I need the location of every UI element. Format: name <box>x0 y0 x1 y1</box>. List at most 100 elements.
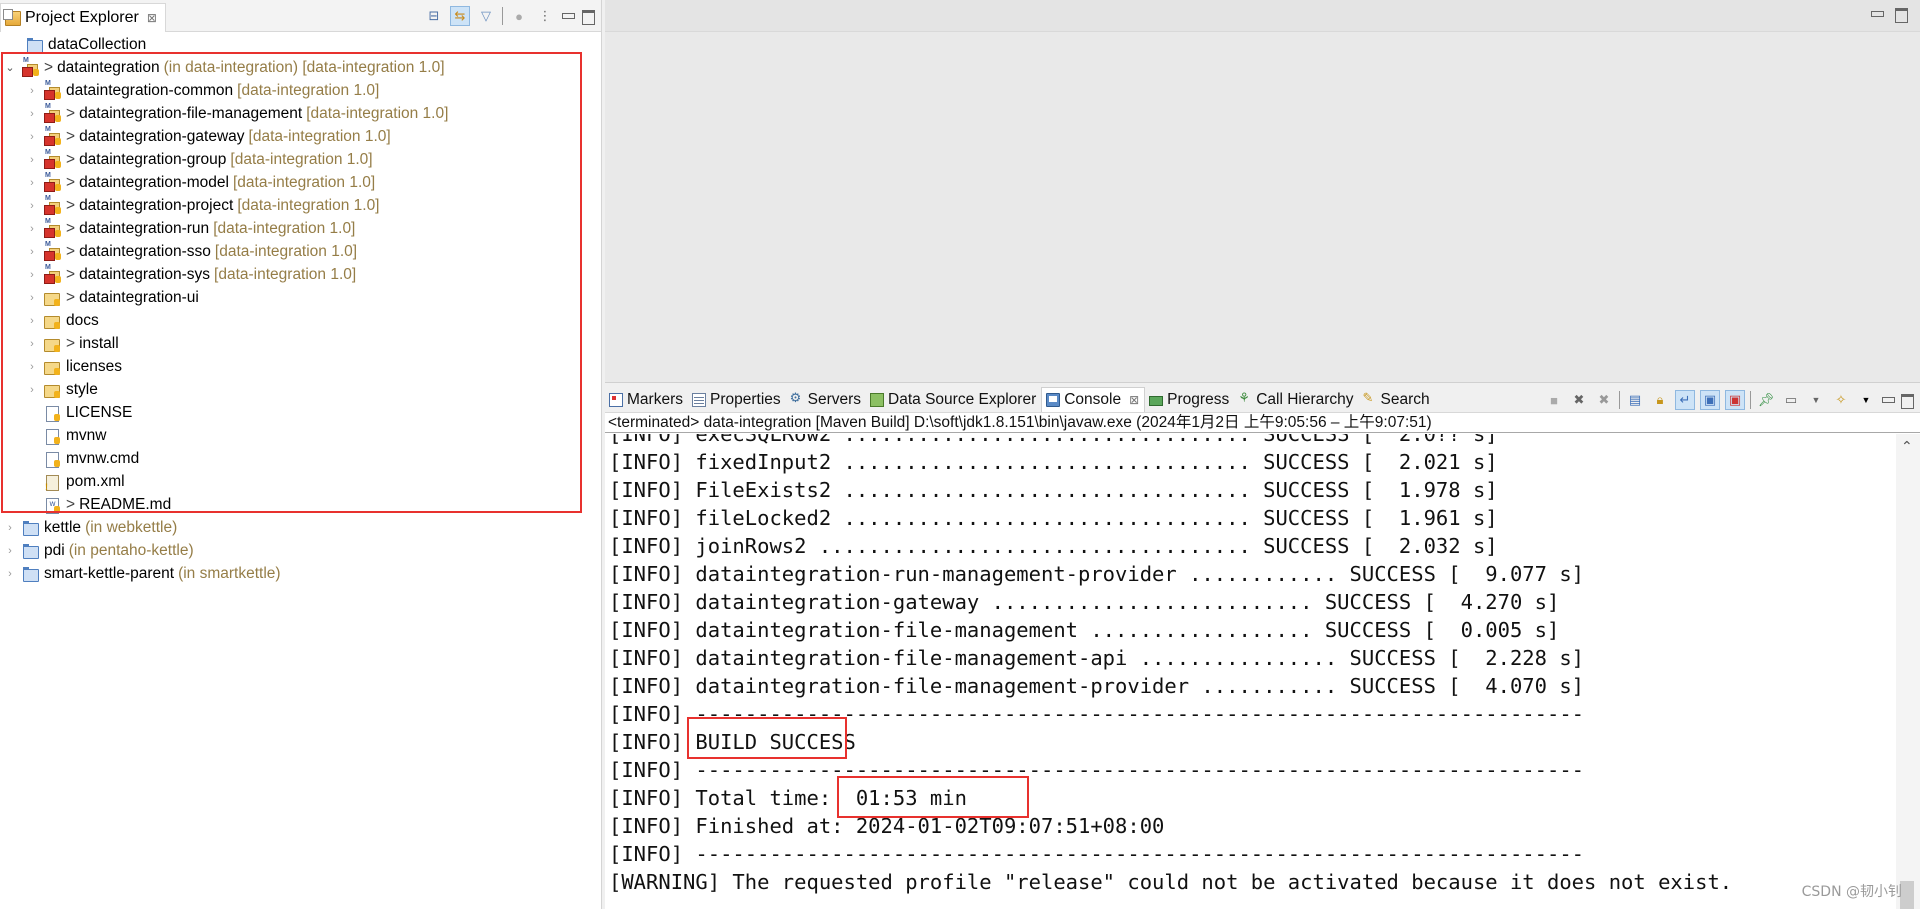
show-on-stdout-icon[interactable]: ▣ <box>1700 390 1720 410</box>
expand-chevron-icon[interactable]: › <box>26 131 38 143</box>
dropdown-arrow-icon[interactable]: ▼ <box>1856 390 1876 410</box>
folder-icon <box>44 382 60 398</box>
remove-launch-icon[interactable]: ✖ <box>1569 390 1589 410</box>
tree-item[interactable]: › pdi (in pentaho-kettle) <box>4 539 194 562</box>
tree-item[interactable]: dataCollection <box>8 33 146 56</box>
filter-icon[interactable]: ▽ <box>476 6 496 26</box>
tree-item[interactable]: › licenses <box>26 355 122 378</box>
tree-item[interactable]: › > dataintegration-ui <box>26 286 199 309</box>
minimize-icon[interactable] <box>1881 394 1895 406</box>
servers-icon <box>790 390 804 407</box>
tab-data-source-explorer[interactable]: Data Source Explorer <box>866 387 1041 412</box>
tree-item[interactable]: › kettle (in webkettle) <box>4 516 177 539</box>
dropdown-arrow-icon[interactable]: ▼ <box>1806 390 1826 410</box>
minimize-icon[interactable] <box>1870 8 1884 20</box>
file-icon <box>44 405 60 422</box>
tree-item-label: pdi <box>44 541 65 559</box>
tree-item-label: dataintegration-project <box>79 196 234 214</box>
expand-chevron-icon[interactable]: › <box>26 177 38 189</box>
expand-chevron-icon[interactable]: › <box>26 200 38 212</box>
tree-item[interactable]: › >dataintegration-model[data-integration… <box>26 171 375 194</box>
scroll-up-icon[interactable]: ⌃ <box>1901 438 1913 455</box>
maximize-icon[interactable] <box>1894 8 1908 23</box>
tree-item[interactable]: › >dataintegration-run[data-integration 1… <box>26 217 355 240</box>
tree-item[interactable]: › docs <box>26 309 99 332</box>
tab-call-hierarchy[interactable]: Call Hierarchy <box>1234 387 1358 412</box>
markers-icon <box>609 392 623 407</box>
console-vertical-scrollbar[interactable]: ⌃ <box>1896 434 1920 909</box>
expand-chevron-icon[interactable]: › <box>26 246 38 258</box>
dirty-prefix: > <box>66 219 76 237</box>
scrollbar-thumb[interactable] <box>1900 881 1914 909</box>
console-line: [INFO] dataintegration-file-management-a… <box>609 646 1585 670</box>
expand-chevron-icon[interactable]: › <box>26 384 38 396</box>
expand-chevron-icon[interactable]: › <box>26 85 38 97</box>
expand-chevron-icon[interactable]: › <box>26 361 38 373</box>
tab-label: Markers <box>627 390 683 408</box>
tree-item[interactable]: mvnw.cmd <box>26 447 139 470</box>
tab-progress[interactable]: Progress <box>1145 387 1234 412</box>
expand-chevron-icon[interactable]: › <box>26 108 38 120</box>
tab-properties[interactable]: Properties <box>688 387 786 412</box>
expand-chevron-icon[interactable]: › <box>26 338 38 350</box>
maven-project-icon <box>44 195 61 215</box>
tree-item-decoration: [data-integration 1.0] <box>248 127 391 145</box>
folder-icon <box>44 336 60 352</box>
tree-item[interactable]: LICENSE <box>26 401 132 424</box>
tree-item[interactable]: › >dataintegration-file-management[data-i… <box>26 102 448 125</box>
dirty-prefix: > <box>66 150 76 168</box>
collapse-all-icon[interactable]: ⊟ <box>424 6 444 26</box>
tab-search[interactable]: Search <box>1359 387 1435 412</box>
tab-project-explorer-label: Project Explorer <box>25 9 139 26</box>
tree-item-label: smart-kettle-parent <box>44 564 175 582</box>
expand-chevron-icon[interactable]: › <box>26 223 38 235</box>
tree-item[interactable]: › > install <box>26 332 119 355</box>
tree-item[interactable]: >README.md <box>26 493 171 516</box>
remove-all-terminated-icon[interactable]: ✖ <box>1594 390 1614 410</box>
focus-task-icon[interactable]: ● <box>509 6 529 26</box>
expand-chevron-icon[interactable]: › <box>26 154 38 166</box>
scroll-lock-icon[interactable]: 🔒︎ <box>1650 390 1670 410</box>
tab-markers[interactable]: Markers <box>605 387 688 412</box>
pin-console-icon[interactable]: 📌︎ <box>1756 390 1776 410</box>
tree-item[interactable]: pom.xml <box>26 470 125 493</box>
tree-item[interactable]: › >dataintegration-sso[data-integration 1… <box>26 240 357 263</box>
tree-item[interactable]: › smart-kettle-parent (in smartkettle) <box>4 562 281 585</box>
folder-icon <box>44 290 60 306</box>
open-console-icon[interactable]: ✧ <box>1831 390 1851 410</box>
expand-chevron-icon[interactable]: › <box>26 269 38 281</box>
close-icon[interactable]: ⊠ <box>1129 393 1139 407</box>
console-output[interactable]: [INFO] execSQLRow2 .....................… <box>605 434 1896 909</box>
console-line: [INFO] Total time: 01:53 min <box>609 786 967 810</box>
close-icon[interactable]: ⊠ <box>147 11 157 25</box>
tree-item[interactable]: › >dataintegration-project[data-integrati… <box>26 194 380 217</box>
maximize-icon[interactable] <box>1900 394 1914 409</box>
clear-console-icon[interactable]: ▤ <box>1625 390 1645 410</box>
expand-chevron-icon[interactable]: › <box>4 568 16 580</box>
view-menu-icon[interactable]: ⋮ <box>535 6 555 26</box>
tree-item[interactable]: › >dataintegration-gateway[data-integrati… <box>26 125 391 148</box>
tree-item[interactable]: › >dataintegration-group[data-integration… <box>26 148 373 171</box>
tab-console[interactable]: Console ⊠ <box>1041 387 1146 412</box>
maximize-icon[interactable] <box>581 10 595 25</box>
tree-item[interactable]: ⌄ >dataintegration(in data-integration) [… <box>4 56 445 79</box>
expand-chevron-icon[interactable]: › <box>26 315 38 327</box>
tree-item[interactable]: › style <box>26 378 98 401</box>
tree-item[interactable]: › >dataintegration-sys[data-integration 1… <box>26 263 356 286</box>
display-console-icon[interactable]: ▭ <box>1781 390 1801 410</box>
tree-item[interactable]: mvnw <box>26 424 106 447</box>
tree-item[interactable]: › dataintegration-common[data-integration… <box>26 79 379 102</box>
minimize-icon[interactable] <box>561 10 575 22</box>
show-on-stderr-icon[interactable]: ▣ <box>1725 390 1745 410</box>
maven-project-icon <box>44 172 61 192</box>
expand-chevron-icon[interactable]: › <box>26 292 38 304</box>
expand-chevron-icon[interactable]: › <box>4 522 16 534</box>
word-wrap-icon[interactable]: ↵ <box>1675 390 1695 410</box>
collapse-chevron-icon[interactable]: ⌄ <box>4 61 16 74</box>
tab-project-explorer[interactable]: Project Explorer ⊠ <box>0 3 166 32</box>
tab-servers[interactable]: Servers <box>786 387 866 412</box>
dirty-prefix: > <box>66 104 76 122</box>
expand-chevron-icon[interactable]: › <box>4 545 16 557</box>
link-with-editor-icon[interactable]: ⇆ <box>450 6 470 26</box>
terminate-icon[interactable]: ■ <box>1544 390 1564 410</box>
